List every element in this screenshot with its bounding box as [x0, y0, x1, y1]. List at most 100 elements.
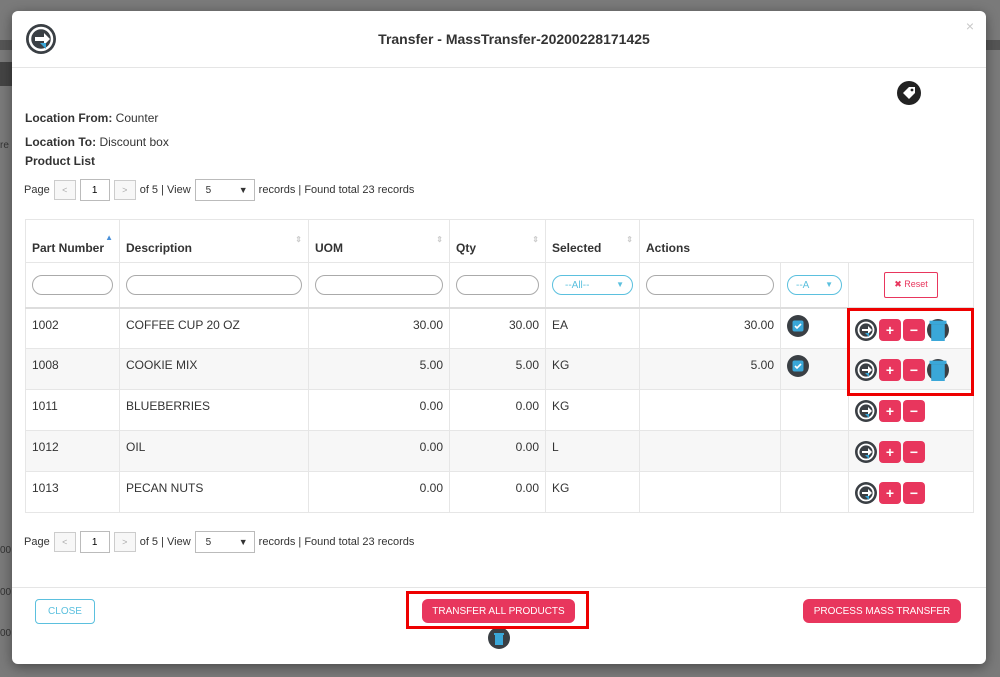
filter-row: --All-- --A ✖ Reset — [25, 262, 975, 309]
transfer-icon[interactable] — [855, 441, 877, 463]
close-icon[interactable]: × — [966, 18, 974, 34]
cell-unit: KG — [545, 389, 640, 431]
plus-button[interactable]: + — [879, 441, 901, 463]
footer-divider — [12, 587, 986, 588]
table-header-row: Part Number ▲ Description ⇕ UOM ⇕ Qty ⇕ Sele… — [25, 219, 975, 263]
sort-icon: ⇕ — [295, 235, 302, 244]
table-row: 1013 PECAN NUTS 0.00 0.00 KG + − — [25, 471, 975, 513]
pager-page-input[interactable] — [79, 179, 110, 201]
cell-description: OIL — [119, 430, 309, 472]
trash-icon[interactable] — [927, 359, 949, 381]
cell-qty: 0.00 — [449, 389, 546, 431]
filter-checkbox-dropdown[interactable]: --A — [787, 274, 842, 295]
price-tag-icon[interactable] — [897, 81, 921, 105]
pager-page-label: Page — [24, 536, 50, 548]
column-header-selected[interactable]: Selected ⇕ — [545, 219, 640, 263]
cell-uom-qty: 0.00 — [308, 471, 450, 513]
cell-selected-qty — [639, 389, 781, 431]
location-to-label: Location To: — [25, 135, 97, 149]
close-button[interactable]: CLOSE — [35, 599, 95, 624]
cell-selected-qty: 30.00 — [639, 307, 781, 349]
filter-description-input[interactable] — [126, 274, 302, 295]
cell-uom-qty: 5.00 — [308, 348, 450, 390]
transfer-modal: Transfer - MassTransfer-20200228171425 ×… — [12, 11, 986, 664]
transfer-icon[interactable] — [855, 359, 877, 381]
cell-qty: 0.00 — [449, 430, 546, 472]
filter-actions-input[interactable] — [646, 274, 774, 295]
table-body: 1002 COFFEE CUP 20 OZ 30.00 30.00 EA 30.00 + −1… — [25, 307, 975, 513]
pager-next-button[interactable]: > — [113, 532, 136, 552]
cell-actions: + − — [847, 389, 975, 431]
minus-button[interactable]: − — [903, 482, 925, 504]
column-header-uom[interactable]: UOM ⇕ — [308, 219, 450, 263]
minus-button[interactable]: − — [903, 441, 925, 463]
plus-button[interactable]: + — [879, 359, 901, 381]
trash-icon[interactable] — [488, 627, 510, 649]
background-text-fragment: 00 — [0, 545, 12, 556]
column-header-actions: Actions — [638, 219, 975, 263]
pager-prev-button[interactable]: < — [53, 532, 76, 552]
plus-button[interactable]: + — [879, 400, 901, 422]
sort-asc-icon: ▲ — [105, 233, 113, 242]
cell-unit: L — [545, 430, 640, 472]
pager-view-select[interactable]: 5 — [194, 531, 255, 553]
checked-checkbox-icon[interactable] — [787, 355, 809, 377]
transfer-all-products-button[interactable]: TRANSFER ALL PRODUCTS — [422, 599, 575, 623]
background-text-fragment: re — [0, 140, 9, 151]
filter-selected-dropdown[interactable]: --All-- — [552, 274, 633, 295]
pager-records-text: records | Found total 23 records — [258, 184, 415, 196]
background-text-fragment: 00 — [0, 587, 12, 598]
pager-of-text: of 5 | View — [139, 536, 191, 548]
table-row: 1011 BLUEBERRIES 0.00 0.00 KG + − — [25, 389, 975, 431]
sort-icon: ⇕ — [626, 235, 633, 244]
pager-view-select[interactable]: 5 — [194, 179, 255, 201]
column-header-description[interactable]: Description ⇕ — [119, 219, 309, 263]
process-mass-transfer-button[interactable]: PROCESS MASS TRANSFER — [803, 599, 961, 623]
transfer-icon[interactable] — [855, 318, 877, 341]
minus-button[interactable]: − — [903, 318, 925, 341]
reset-button[interactable]: ✖ Reset — [884, 271, 938, 298]
transfer-icon[interactable] — [855, 482, 877, 504]
cell-part-number: 1013 — [25, 471, 120, 513]
trash-icon[interactable] — [927, 318, 949, 341]
cell-description: COFFEE CUP 20 OZ — [119, 307, 309, 349]
location-from-label: Location From: — [25, 111, 113, 125]
cell-selected-qty — [639, 430, 781, 472]
cell-qty: 5.00 — [449, 348, 546, 390]
cell-description: COOKIE MIX — [119, 348, 309, 390]
pager-page-label: Page — [24, 184, 50, 196]
cell-unit: EA — [545, 307, 640, 349]
column-header-qty[interactable]: Qty ⇕ — [449, 219, 546, 263]
table-row: 1008 COOKIE MIX 5.00 5.00 KG 5.00 + − — [25, 348, 975, 390]
cell-uom-qty: 30.00 — [308, 307, 450, 349]
minus-button[interactable]: − — [903, 400, 925, 422]
cell-unit: KG — [545, 471, 640, 513]
pager-next-button[interactable]: > — [113, 180, 136, 200]
background-text-fragment: 00 — [0, 628, 12, 639]
filter-uom-input[interactable] — [315, 274, 443, 295]
plus-button[interactable]: + — [879, 318, 901, 341]
plus-button[interactable]: + — [879, 482, 901, 504]
table-row: 1002 COFFEE CUP 20 OZ 30.00 30.00 EA 30.00 + − — [25, 307, 975, 349]
table-row: 1012 OIL 0.00 0.00 L + − — [25, 430, 975, 472]
pager-page-input[interactable] — [79, 531, 110, 553]
cell-actions: + − — [847, 307, 975, 349]
cell-description: BLUEBERRIES — [119, 389, 309, 431]
filter-part-number-input[interactable] — [32, 274, 113, 295]
filter-qty-input[interactable] — [456, 274, 539, 295]
location-from-value: Counter — [115, 111, 159, 125]
column-header-part-number[interactable]: Part Number ▲ — [25, 219, 120, 263]
cell-checkbox — [780, 389, 849, 431]
cell-uom-qty: 0.00 — [308, 389, 450, 431]
product-table: Part Number ▲ Description ⇕ UOM ⇕ Qty ⇕ Sele… — [25, 219, 975, 513]
pager-prev-button[interactable]: < — [53, 180, 76, 200]
cell-checkbox — [780, 471, 849, 513]
location-from: Location From: Counter — [25, 111, 158, 125]
checked-checkbox-icon[interactable] — [787, 314, 809, 337]
transfer-icon[interactable] — [855, 400, 877, 422]
cell-part-number: 1008 — [25, 348, 120, 390]
cell-part-number: 1012 — [25, 430, 120, 472]
minus-button[interactable]: − — [903, 359, 925, 381]
sort-icon: ⇕ — [532, 235, 539, 244]
modal-header: Transfer - MassTransfer-20200228171425 × — [12, 11, 986, 68]
